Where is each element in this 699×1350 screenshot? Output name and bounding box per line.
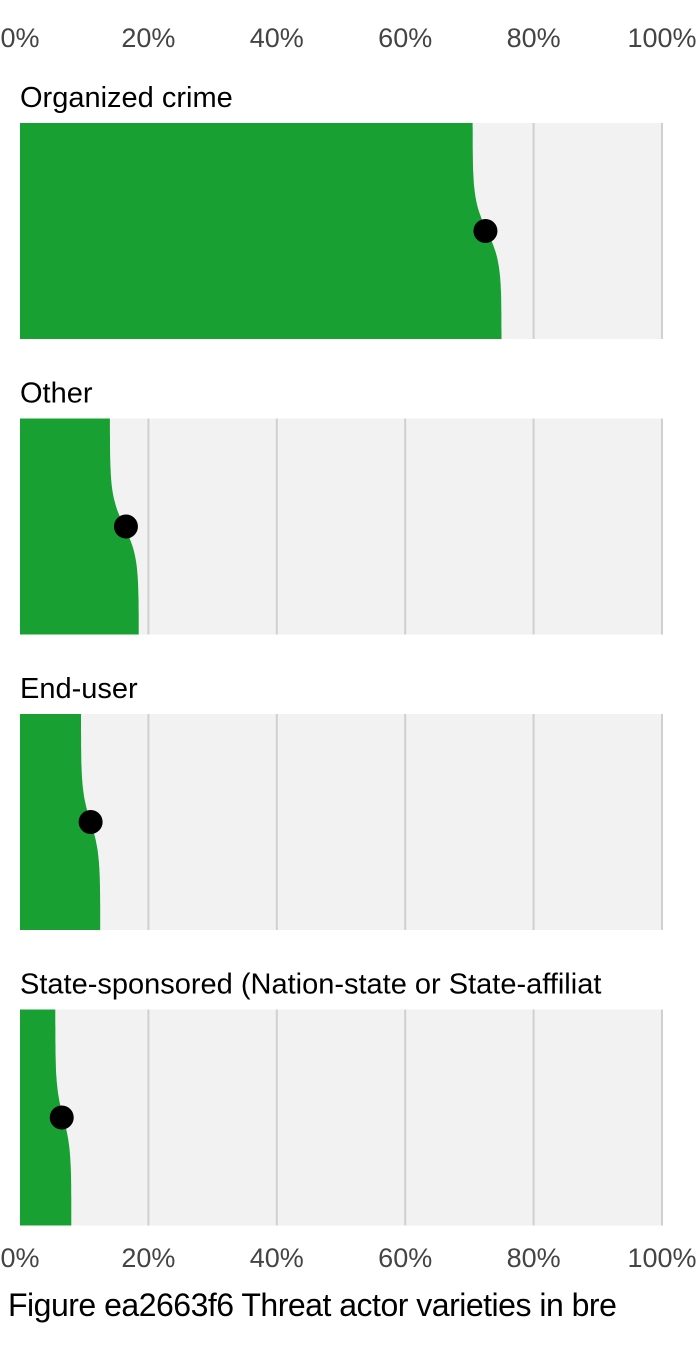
point-estimate <box>78 810 103 834</box>
point-estimate <box>49 1105 74 1130</box>
x-tick-label-bottom: 0% <box>0 1243 39 1273</box>
x-tick-label-bottom: 60% <box>378 1243 432 1273</box>
point-estimate <box>113 514 138 539</box>
x-tick-label-top: 60% <box>378 23 432 53</box>
x-tick-label-bottom: 20% <box>121 1243 175 1273</box>
x-tick-label-bottom: 40% <box>250 1243 304 1273</box>
x-tick-label-top: 40% <box>250 23 304 53</box>
chart: 0% 20% 40% 60% 80% 100% Organized crime Other En… <box>0 23 696 1273</box>
panel-label: Organized crime <box>20 82 233 114</box>
panel-background <box>20 1009 662 1226</box>
distribution-area <box>20 123 502 339</box>
x-tick-label-top: 0% <box>0 23 39 53</box>
point-estimate <box>473 219 498 243</box>
figure-caption: Figure ea2663f6 Threat actor varieties i… <box>8 1287 617 1323</box>
panel-label: State-sponsored (Nation-state or State-a… <box>20 969 601 1001</box>
x-tick-label-top: 100% <box>627 23 696 53</box>
panel-background <box>20 714 662 930</box>
panel-label: Other <box>20 378 93 410</box>
x-tick-label-top: 80% <box>507 23 561 53</box>
x-tick-label-top: 20% <box>121 23 175 53</box>
panel-label: End-user <box>20 673 138 705</box>
x-tick-label-bottom: 100% <box>627 1243 696 1273</box>
x-tick-label-bottom: 80% <box>507 1243 561 1273</box>
